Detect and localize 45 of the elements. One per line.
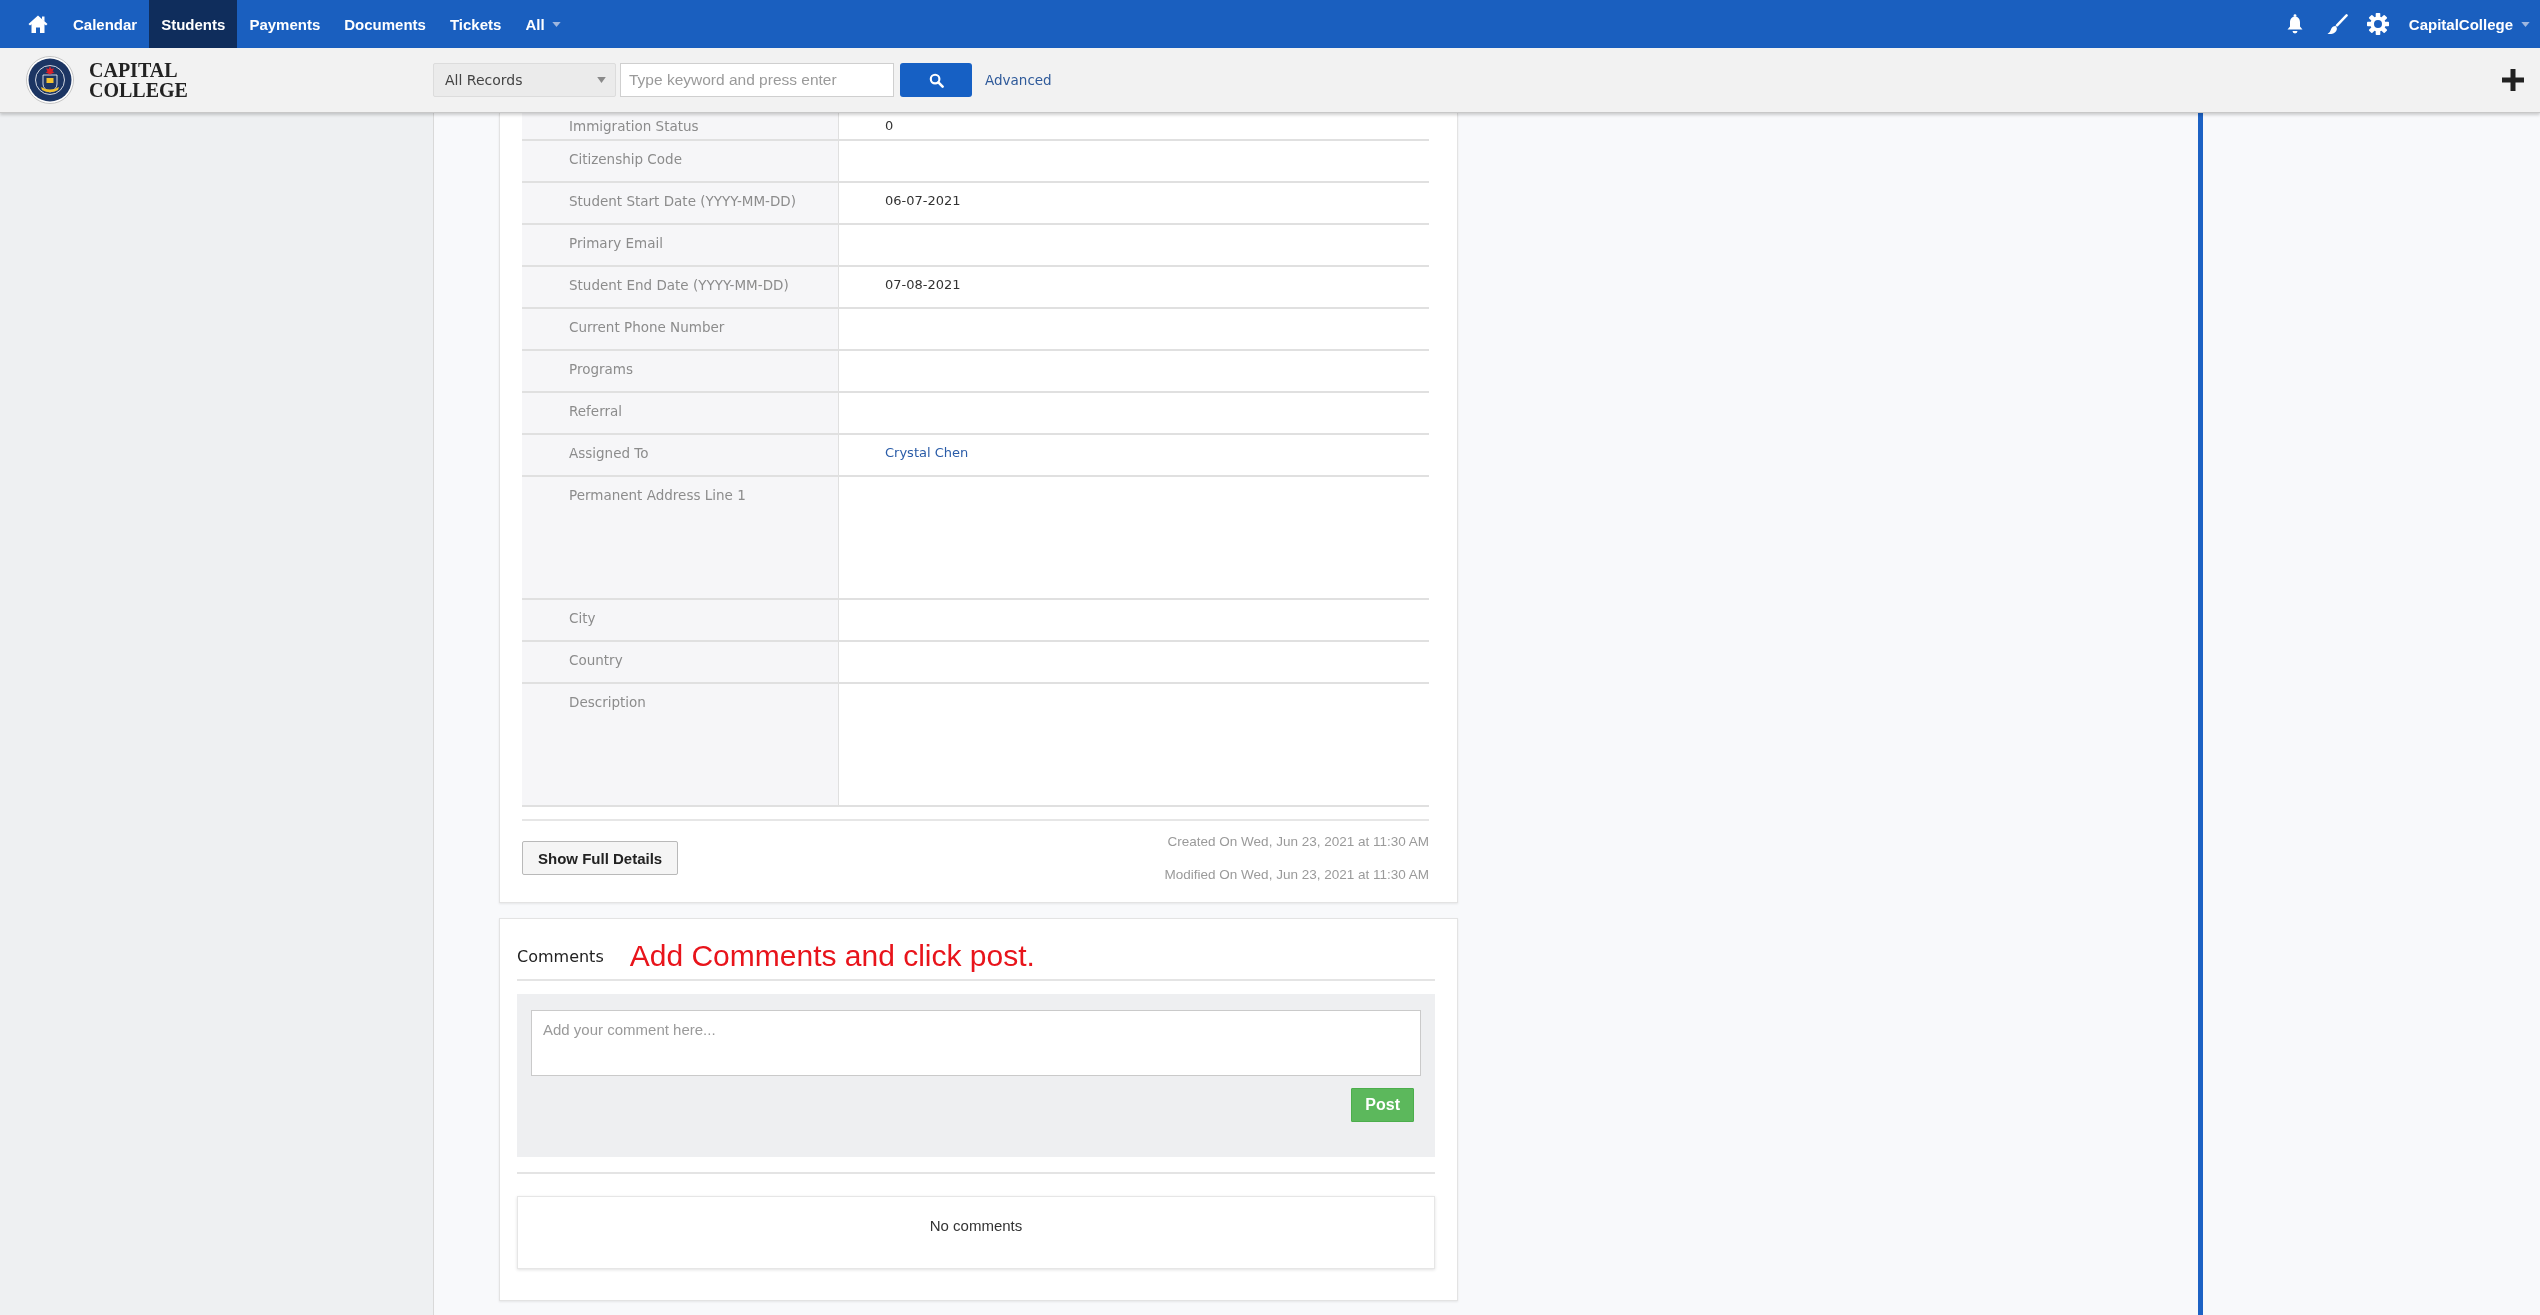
crest-logo-icon [26, 56, 74, 104]
nav-tab[interactable]: All [513, 0, 573, 48]
field-label: Citizenship Code [522, 141, 839, 181]
advanced-search-link[interactable]: Advanced [985, 72, 1052, 88]
field-label: Immigration Status [522, 113, 839, 139]
account-menu[interactable]: CapitalCollege [2408, 15, 2530, 33]
caret-down-icon [2521, 21, 2530, 27]
bell-icon[interactable] [2285, 14, 2304, 34]
nav-tab[interactable]: Students [149, 0, 238, 48]
field-label: Description [522, 684, 839, 805]
field-label: Programs [522, 351, 839, 391]
record-type-dropdown[interactable]: All Records [433, 63, 616, 97]
comment-field[interactable]: Add your comment here... [531, 1010, 1421, 1076]
field-value: 06-07-2021 [884, 192, 962, 210]
value-link[interactable]: Crystal Chen [885, 445, 969, 460]
field-label: Primary Email [522, 225, 839, 265]
search-field[interactable]: Type keyword and press enter [620, 63, 894, 97]
no-comments-text: No comments [929, 1216, 1023, 1236]
field-label: Assigned To [522, 435, 839, 475]
field-label: Student Start Date (YYYY-MM-DD) [522, 183, 839, 223]
field-label: Country [522, 642, 839, 682]
nav-tab[interactable]: Payments [237, 0, 333, 48]
show-full-details-button[interactable]: Show Full Details [522, 841, 679, 875]
nav-tab[interactable]: Tickets [437, 0, 514, 48]
add-icon[interactable] [2502, 69, 2524, 91]
caret-down-icon [597, 77, 606, 83]
created-on-text: Created On Wed, Jun 23, 2021 at 11:30 AM [1166, 833, 1429, 851]
field-label: Current Phone Number [522, 309, 839, 349]
field-value: 07-08-2021 [884, 276, 962, 294]
nav-tab[interactable]: Documents [332, 0, 438, 48]
college-name-text: CAPITAL COLLEGE [89, 60, 188, 100]
field-label: Permanent Address Line 1 [522, 477, 839, 598]
settings-icon[interactable] [2366, 13, 2389, 35]
home-icon[interactable] [28, 14, 48, 34]
comments-title: Comments [517, 946, 604, 966]
paintbrush-icon[interactable] [2326, 13, 2348, 35]
search-button[interactable] [900, 63, 972, 97]
annotation-text: Add Comments and click post. [629, 941, 1035, 971]
modified-on-text: Modified On Wed, Jun 23, 2021 at 11:30 AM [1164, 866, 1429, 884]
field-label: Referral [522, 393, 839, 433]
nav-tab[interactable]: Calendar [61, 0, 150, 48]
field-value: 0 [884, 117, 895, 135]
field-label: Student End Date (YYYY-MM-DD) [522, 267, 839, 307]
field-label: City [522, 600, 839, 640]
search-icon [928, 72, 944, 88]
